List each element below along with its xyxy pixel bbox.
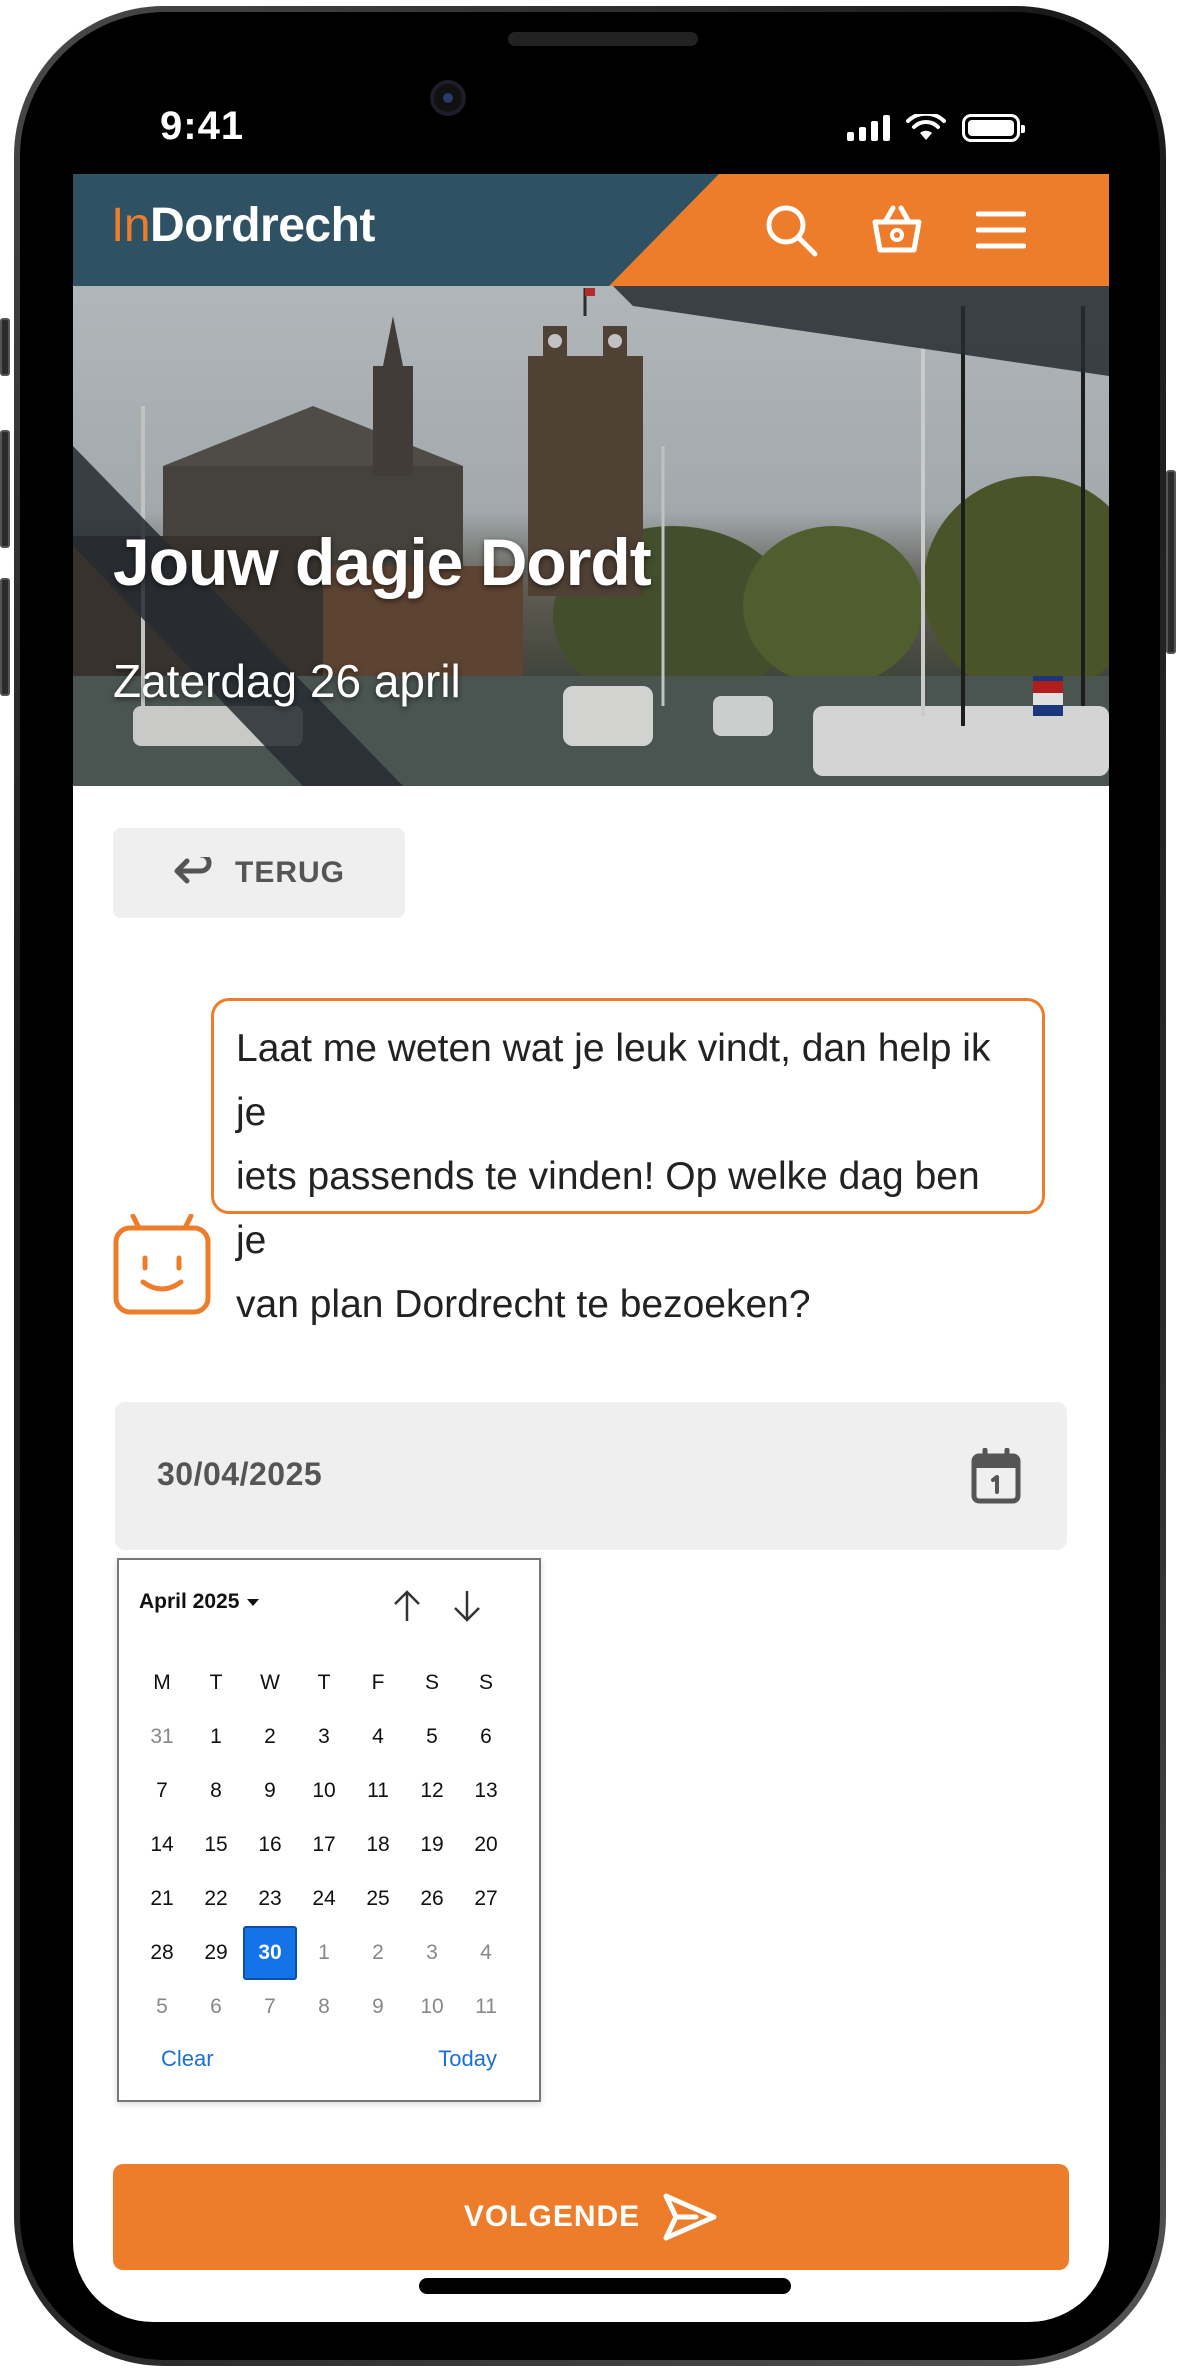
hero-title: Jouw dagje Dordt — [113, 525, 652, 599]
calendar-day[interactable]: 15 — [189, 1818, 243, 1872]
weekday-header: T — [317, 1671, 331, 1694]
calendar-day[interactable]: 1 — [297, 1926, 351, 1980]
calendar-day[interactable]: 4 — [351, 1710, 405, 1764]
volume-down-button — [0, 578, 10, 696]
signal-icon — [847, 115, 890, 141]
weekday-header: T — [209, 1671, 223, 1694]
calendar-icon[interactable] — [971, 1448, 1021, 1504]
weekday-header: S — [424, 1671, 439, 1694]
calendar-day-selected[interactable]: 30 — [243, 1926, 297, 1980]
calendar-day[interactable]: 1 — [189, 1710, 243, 1764]
month-year-label: April 2025 — [139, 1590, 240, 1613]
send-icon — [663, 2193, 717, 2241]
calendar-grid: M T W T F S S 31 1 2 3 4 5 6 7 8 9 10 11 12 13 14 15 16 17 18 19 20… — [135, 1656, 513, 2034]
today-button[interactable]: Today — [438, 2046, 497, 2072]
clear-date-button[interactable]: Clear — [161, 2046, 214, 2072]
next-button[interactable]: VOLGENDE — [113, 2164, 1069, 2270]
calendar-day[interactable]: 11 — [351, 1764, 405, 1818]
calendar-day[interactable]: 7 — [135, 1764, 189, 1818]
calendar-day[interactable]: 12 — [405, 1764, 459, 1818]
status-icons — [847, 114, 1025, 142]
calendar-day[interactable]: 8 — [297, 1980, 351, 2034]
calendar-day[interactable]: 7 — [243, 1980, 297, 2034]
power-button — [1166, 470, 1176, 654]
calendar-day[interactable]: 29 — [189, 1926, 243, 1980]
calendar-day[interactable]: 17 — [297, 1818, 351, 1872]
hero-banner: Jouw dagje Dordt Zaterdag 26 april — [73, 286, 1109, 786]
home-indicator — [419, 2278, 791, 2294]
chat-line-2: iets passends te vinden! Op welke dag be… — [236, 1155, 980, 1262]
calendar-day[interactable]: 10 — [405, 1980, 459, 2034]
menu-icon[interactable] — [971, 200, 1031, 260]
header-accent — [609, 174, 1109, 286]
calendar-day[interactable]: 19 — [405, 1818, 459, 1872]
calendar-day[interactable]: 24 — [297, 1872, 351, 1926]
calendar-day[interactable]: 5 — [405, 1710, 459, 1764]
phone-bezel: 9:41 InDordrecht Jouw dagje Dordt Zaterd… — [20, 12, 1160, 2360]
calendar-day[interactable]: 20 — [459, 1818, 513, 1872]
phone-frame: 9:41 InDordrecht Jouw dagje Dordt Zaterd… — [14, 6, 1166, 2366]
search-icon[interactable] — [761, 200, 821, 260]
calendar-day[interactable]: 11 — [459, 1980, 513, 2034]
next-button-label: VOLGENDE — [463, 2200, 641, 2233]
front-camera — [430, 80, 466, 116]
date-picker-popup: April 2025 M T W T F S S 31 1 2 3 4 5 6 7 8 9 10 11 12 13 14 1… — [117, 1558, 541, 2102]
logo[interactable]: InDordrecht — [111, 198, 375, 253]
weekday-header: M — [153, 1671, 171, 1694]
app-header: InDordrecht — [73, 174, 1109, 286]
chat-line-3: van plan Dordrecht te bezoeken? — [236, 1283, 811, 1326]
calendar-day[interactable]: 10 — [297, 1764, 351, 1818]
calendar-day[interactable]: 16 — [243, 1818, 297, 1872]
previous-month-button[interactable] — [387, 1586, 427, 1626]
next-month-button[interactable] — [447, 1586, 487, 1626]
chat-line-1: Laat me weten wat je leuk vindt, dan hel… — [236, 1027, 991, 1134]
calendar-day[interactable]: 6 — [189, 1980, 243, 2034]
calendar-day[interactable]: 26 — [405, 1872, 459, 1926]
calendar-day[interactable]: 27 — [459, 1872, 513, 1926]
wifi-icon — [906, 114, 946, 140]
calendar-day[interactable]: 23 — [243, 1872, 297, 1926]
weekday-header: S — [478, 1671, 493, 1694]
hero-subtitle: Zaterdag 26 april — [113, 655, 461, 707]
arrow-up-icon — [394, 1590, 420, 1621]
calendar-day[interactable]: 14 — [135, 1818, 189, 1872]
calendar-day[interactable]: 21 — [135, 1872, 189, 1926]
back-button[interactable]: TERUG — [113, 828, 405, 918]
calendar-day[interactable]: 9 — [351, 1980, 405, 2034]
weekday-header: F — [371, 1671, 385, 1694]
battery-icon — [962, 114, 1025, 142]
date-input-value: 30/04/2025 — [157, 1456, 323, 1492]
status-bar: 9:41 — [20, 12, 1160, 172]
calendar-day[interactable]: 8 — [189, 1764, 243, 1818]
app-screen: InDordrecht Jouw dagje Dordt Zaterdag 26… — [73, 174, 1109, 2322]
calendar-day[interactable]: 22 — [189, 1872, 243, 1926]
basket-icon[interactable] — [867, 200, 927, 260]
status-time: 9:41 — [160, 104, 245, 148]
weekday-header: W — [260, 1671, 280, 1694]
caret-down-icon — [247, 1598, 260, 1606]
chat-bubble: Laat me weten wat je leuk vindt, dan hel… — [211, 998, 1045, 1326]
calendar-day[interactable]: 3 — [297, 1710, 351, 1764]
calendar-day[interactable]: 4 — [459, 1926, 513, 1980]
calendar-day[interactable]: 13 — [459, 1764, 513, 1818]
return-arrow-icon — [174, 857, 212, 884]
back-button-label: TERUG — [235, 856, 345, 889]
date-input[interactable]: 30/04/2025 — [115, 1402, 1067, 1550]
calendar-day[interactable]: 9 — [243, 1764, 297, 1818]
arrow-down-icon — [454, 1591, 480, 1622]
calendar-day[interactable]: 28 — [135, 1926, 189, 1980]
calendar-day[interactable]: 25 — [351, 1872, 405, 1926]
calendar-day[interactable]: 2 — [351, 1926, 405, 1980]
calendar-day[interactable]: 18 — [351, 1818, 405, 1872]
calendar-day[interactable]: 31 — [135, 1710, 189, 1764]
month-year-select[interactable]: April 2025 — [139, 1590, 260, 1614]
calendar-day[interactable]: 2 — [243, 1710, 297, 1764]
volume-up-button — [0, 430, 10, 548]
bot-avatar-icon — [113, 1214, 211, 1315]
calendar-day[interactable]: 3 — [405, 1926, 459, 1980]
calendar-day[interactable]: 5 — [135, 1980, 189, 2034]
calendar-day[interactable]: 6 — [459, 1710, 513, 1764]
silent-switch — [0, 318, 10, 376]
